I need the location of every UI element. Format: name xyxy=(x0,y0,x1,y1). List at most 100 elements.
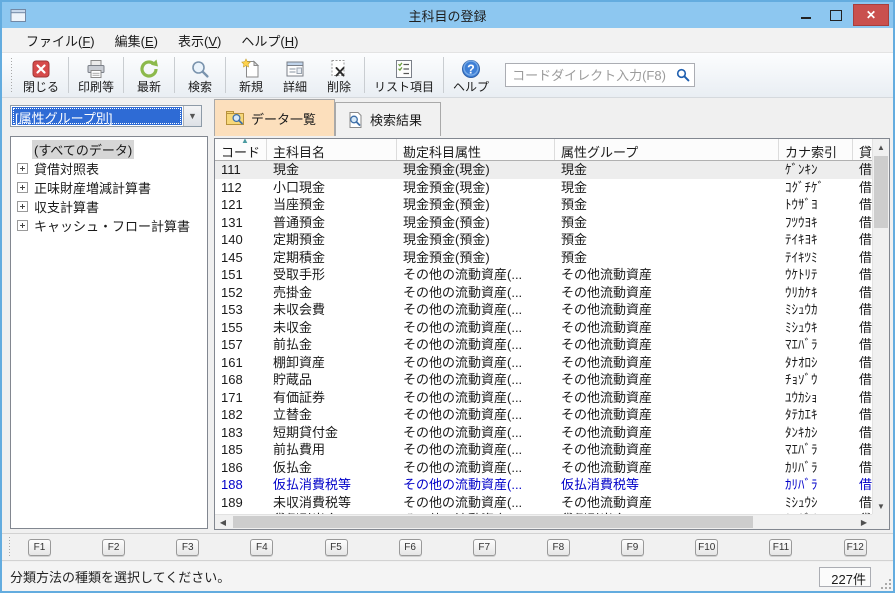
table-row[interactable]: 155未収金その他の流動資産(...その他流動資産ﾐｼｭｳｷ借 xyxy=(215,319,872,337)
cell-group: 預金 xyxy=(555,214,779,232)
tree-item[interactable]: 貸借対照表 xyxy=(11,159,207,178)
function-key-f8[interactable]: F8 xyxy=(547,539,570,556)
toolbar-button-search[interactable]: 検索 xyxy=(178,55,222,95)
code-direct-input[interactable] xyxy=(512,68,676,83)
toolbar-button-label: 印刷等 xyxy=(78,80,114,94)
column-header-3[interactable]: 属性グループ xyxy=(555,139,779,160)
toolbar-button-detail-window[interactable]: 詳細 xyxy=(273,55,317,95)
function-key-f10[interactable]: F10 xyxy=(695,539,718,556)
function-key-f3[interactable]: F3 xyxy=(176,539,199,556)
tab-label: データ一覧 xyxy=(251,109,316,128)
toolbar-button-delete[interactable]: 削除 xyxy=(317,55,361,95)
toolbar-button-help[interactable]: ?ヘルプ xyxy=(447,55,495,95)
table-row[interactable]: 188仮払消費税等その他の流動資産(...仮払消費税等ｶﾘﾊﾞﾗ借 xyxy=(215,476,872,494)
tree-expand-plus-icon[interactable] xyxy=(17,182,28,193)
column-header-5[interactable]: 貸 xyxy=(853,139,874,160)
vertical-scrollbar[interactable]: ▲ ▼ xyxy=(872,139,889,514)
tree-item-label: (すべてのデータ) xyxy=(32,140,134,159)
statusbar: 分類方法の種類を選択してください。 227件 xyxy=(2,562,893,591)
titlebar: 主科目の登録 xyxy=(2,2,893,28)
menu-item-f[interactable]: ファイル(F) xyxy=(16,28,105,53)
horizontal-scroll-thumb[interactable] xyxy=(233,516,753,528)
table-row[interactable]: 183短期貸付金その他の流動資産(...その他流動資産ﾀﾝｷｶｼ借 xyxy=(215,424,872,442)
fkeybar-grip[interactable] xyxy=(7,537,12,557)
table-row[interactable]: 112小口現金現金預金(現金)現金ｺｸﾞﾁｹﾞ借 xyxy=(215,179,872,197)
toolbar-button-new-document[interactable]: 新規 xyxy=(229,55,273,95)
menu-item-h[interactable]: ヘルプ(H) xyxy=(231,28,308,53)
tree-item[interactable]: 正味財産増減計算書 xyxy=(11,178,207,197)
table-row[interactable]: 145定期積金現金預金(預金)預金ﾃｲｷﾂﾐ借 xyxy=(215,249,872,267)
tree-expand-plus-icon[interactable] xyxy=(17,220,28,231)
table-row[interactable]: 140定期預金現金預金(預金)預金ﾃｲｷﾖｷ借 xyxy=(215,231,872,249)
tree-item[interactable]: 収支計算書 xyxy=(11,197,207,216)
scroll-up-icon[interactable]: ▲ xyxy=(873,139,889,155)
scroll-left-icon[interactable]: ◀ xyxy=(215,515,231,529)
cell-attr: その他の流動資産(... xyxy=(397,459,555,477)
tree-item[interactable]: キャッシュ・フロー計算書 xyxy=(11,216,207,235)
input-search-icon[interactable] xyxy=(676,68,690,82)
combobox-selected-value: [属性グループ別] xyxy=(12,107,182,125)
chevron-down-icon[interactable]: ▼ xyxy=(183,106,201,126)
table-row[interactable]: 171有価証券その他の流動資産(...その他流動資産ﾕｳｶｼｮ借 xyxy=(215,389,872,407)
table-row[interactable]: 111現金現金預金(現金)現金ｹﾞﾝｷﾝ借 xyxy=(215,161,872,179)
table-row[interactable]: 185前払費用その他の流動資産(...その他流動資産ﾏｴﾊﾞﾗ借 xyxy=(215,441,872,459)
function-key-f9[interactable]: F9 xyxy=(621,539,644,556)
function-key-f5[interactable]: F5 xyxy=(325,539,348,556)
cell-name: 小口現金 xyxy=(267,179,397,197)
menu-item-v[interactable]: 表示(V) xyxy=(168,28,231,53)
table-row[interactable]: 168貯蔵品その他の流動資産(...その他流動資産ﾁｮｿﾞｳ借 xyxy=(215,371,872,389)
column-header-0[interactable]: コード▲ xyxy=(215,139,267,160)
table-row[interactable]: 151受取手形その他の流動資産(...その他流動資産ｳｹﾄﾘﾃ借 xyxy=(215,266,872,284)
table-row[interactable]: 153未収会費その他の流動資産(...その他流動資産ﾐｼｭｳｶ借 xyxy=(215,301,872,319)
cell-group: その他流動資産 xyxy=(555,459,779,477)
cell-kana: ﾐｼｭｳｷ xyxy=(779,319,853,337)
cell-kana: ﾄｳｻﾞﾖ xyxy=(779,196,853,214)
table-row[interactable]: 121当座預金現金預金(預金)預金ﾄｳｻﾞﾖ借 xyxy=(215,196,872,214)
column-header-1[interactable]: 主科目名 xyxy=(267,139,397,160)
function-key-f7[interactable]: F7 xyxy=(473,539,496,556)
table-row[interactable]: 131普通預金現金預金(預金)預金ﾌﾂｳﾖｷ借 xyxy=(215,214,872,232)
cell-side: 借 xyxy=(853,196,872,214)
table-row[interactable]: 152売掛金その他の流動資産(...その他流動資産ｳﾘｶｹｷ借 xyxy=(215,284,872,302)
toolbar-button-list-items[interactable]: リスト項目 xyxy=(368,55,440,95)
horizontal-scrollbar[interactable]: ◀ ▶ xyxy=(215,514,872,529)
tab-data-list[interactable]: データ一覧 xyxy=(214,99,335,136)
toolbar-button-printer[interactable]: 印刷等 xyxy=(72,55,120,95)
toolbar-button-refresh[interactable]: 最新 xyxy=(127,55,171,95)
function-key-f2[interactable]: F2 xyxy=(102,539,125,556)
vertical-scroll-thumb[interactable] xyxy=(874,156,888,228)
cell-name: 当座預金 xyxy=(267,196,397,214)
table-row[interactable]: 157前払金その他の流動資産(...その他流動資産ﾏｴﾊﾞﾗ借 xyxy=(215,336,872,354)
classification-combobox[interactable]: [属性グループ別] ▼ xyxy=(10,105,202,127)
toolbar: 閉じる印刷等最新検索新規詳細削除リスト項目?ヘルプ xyxy=(2,53,893,98)
toolbar-grip[interactable] xyxy=(9,58,14,92)
function-key-f6[interactable]: F6 xyxy=(399,539,422,556)
tree-item-label: 正味財産増減計算書 xyxy=(32,178,153,197)
maximize-button[interactable] xyxy=(823,5,849,25)
toolbar-button-close-window[interactable]: 閉じる xyxy=(17,55,65,95)
minimize-button[interactable] xyxy=(793,5,819,25)
column-header-2[interactable]: 勘定科目属性 xyxy=(397,139,555,160)
resize-grip[interactable] xyxy=(879,577,891,589)
cell-code: 182 xyxy=(215,406,267,424)
scroll-down-icon[interactable]: ▼ xyxy=(873,498,889,514)
table-row[interactable]: 189未収消費税等その他の流動資産(...その他流動資産ﾐｼｭｳｼ借 xyxy=(215,494,872,512)
function-key-f12[interactable]: F12 xyxy=(844,539,867,556)
table-row[interactable]: 161棚卸資産その他の流動資産(...その他流動資産ﾀﾅｵﾛｼ借 xyxy=(215,354,872,372)
tree-expand-plus-icon[interactable] xyxy=(17,201,28,212)
menu-item-e[interactable]: 編集(E) xyxy=(105,28,168,53)
cell-attr: その他の流動資産(... xyxy=(397,441,555,459)
table-row[interactable]: 182立替金その他の流動資産(...その他流動資産ﾀﾃｶｴｷ借 xyxy=(215,406,872,424)
tree-item[interactable]: (すべてのデータ) xyxy=(11,140,207,159)
column-header-4[interactable]: カナ索引 xyxy=(779,139,853,160)
cell-code: 111 xyxy=(215,161,267,179)
tree-expand-plus-icon[interactable] xyxy=(17,163,28,174)
function-key-f1[interactable]: F1 xyxy=(28,539,51,556)
function-key-f11[interactable]: F11 xyxy=(769,539,792,556)
table-row[interactable]: 186仮払金その他の流動資産(...その他流動資産ｶﾘﾊﾞﾗ借 xyxy=(215,459,872,477)
tab-search-results[interactable]: 検索結果 xyxy=(335,102,441,136)
function-key-f4[interactable]: F4 xyxy=(250,539,273,556)
close-button[interactable] xyxy=(853,4,889,26)
cell-side: 借 xyxy=(853,459,872,477)
scroll-right-icon[interactable]: ▶ xyxy=(856,515,872,529)
